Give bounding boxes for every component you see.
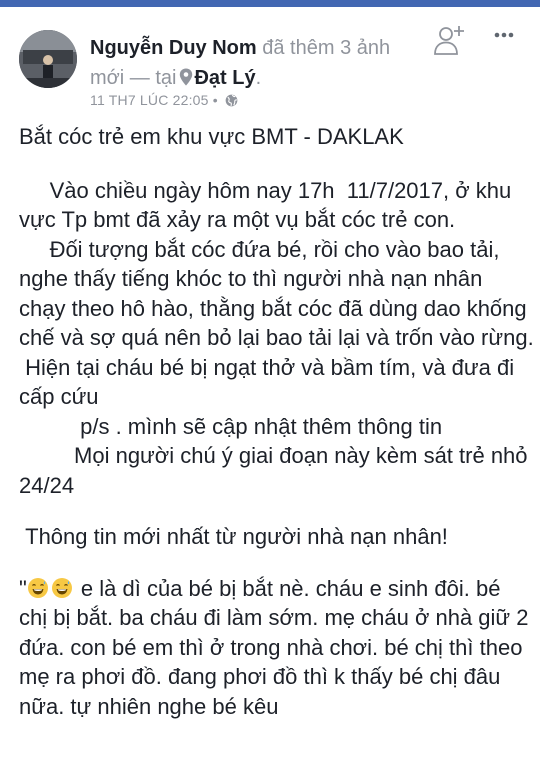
avatar-photo — [19, 30, 77, 88]
post-paragraph: Hiện tại cháu bé bị ngạt thở và bầm tím,… — [19, 354, 521, 410]
add-friend-icon[interactable] — [432, 24, 466, 56]
grinning-sweat-emoji — [51, 577, 72, 598]
meta-separator: • — [212, 92, 218, 108]
more-options-icon[interactable] — [494, 31, 514, 39]
grinning-sweat-emoji — [27, 577, 48, 598]
location-suffix: . — [255, 67, 262, 89]
update-heading: Thông tin mới nhất từ người nhà nạn nhân… — [19, 524, 448, 549]
location-link[interactable]: Đạt Lý — [194, 67, 255, 89]
quoted-update: " e là dì của bé bị bắt nè. cháu e sinh … — [19, 574, 534, 722]
post-timestamp[interactable]: 11 TH7 LÚC 22:05 — [90, 92, 209, 108]
post-body: Bắt cóc trẻ em khu vực BMT - DAKLAK Vào … — [19, 122, 534, 721]
quote-mark: " — [19, 575, 27, 601]
post-paragraph: Mọi người chú ý giai đoạn này kèm sát tr… — [19, 443, 534, 498]
top-bar — [0, 0, 540, 7]
post-paragraph: Đối tượng bắt cóc đứa bé, rồi cho vào ba… — [19, 236, 534, 351]
author-name[interactable]: Nguyễn Duy Nom — [90, 37, 257, 59]
post-title: Bắt cóc trẻ em khu vực BMT - DAKLAK — [19, 124, 404, 149]
post-paragraph: Vào chiều ngày hôm nay 17h 11/7/2017, ở … — [19, 177, 518, 233]
globe-icon[interactable] — [225, 94, 238, 107]
post-paragraph: p/s . mình sẽ cập nhật thêm thông tin — [19, 413, 443, 439]
post-header: Nguyễn Duy Nom đã thêm 3 ảnh mới — tại Đạ… — [90, 33, 420, 93]
avatar[interactable] — [19, 30, 77, 88]
location-pin-icon — [180, 68, 193, 86]
post-meta: 11 TH7 LÚC 22:05 • — [90, 92, 238, 108]
quote-text: e là dì của bé bị bắt nè. cháu e sinh đô… — [19, 575, 535, 719]
